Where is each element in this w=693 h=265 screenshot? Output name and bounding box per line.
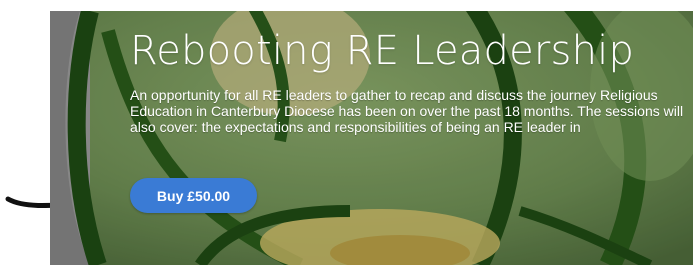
buy-button[interactable]: Buy £50.00 <box>130 178 257 213</box>
event-description: An opportunity for all RE leaders to gat… <box>130 87 684 135</box>
event-title: Rebooting RE Leadership <box>130 28 635 74</box>
event-hero-banner: Rebooting RE Leadership An opportunity f… <box>50 11 693 265</box>
